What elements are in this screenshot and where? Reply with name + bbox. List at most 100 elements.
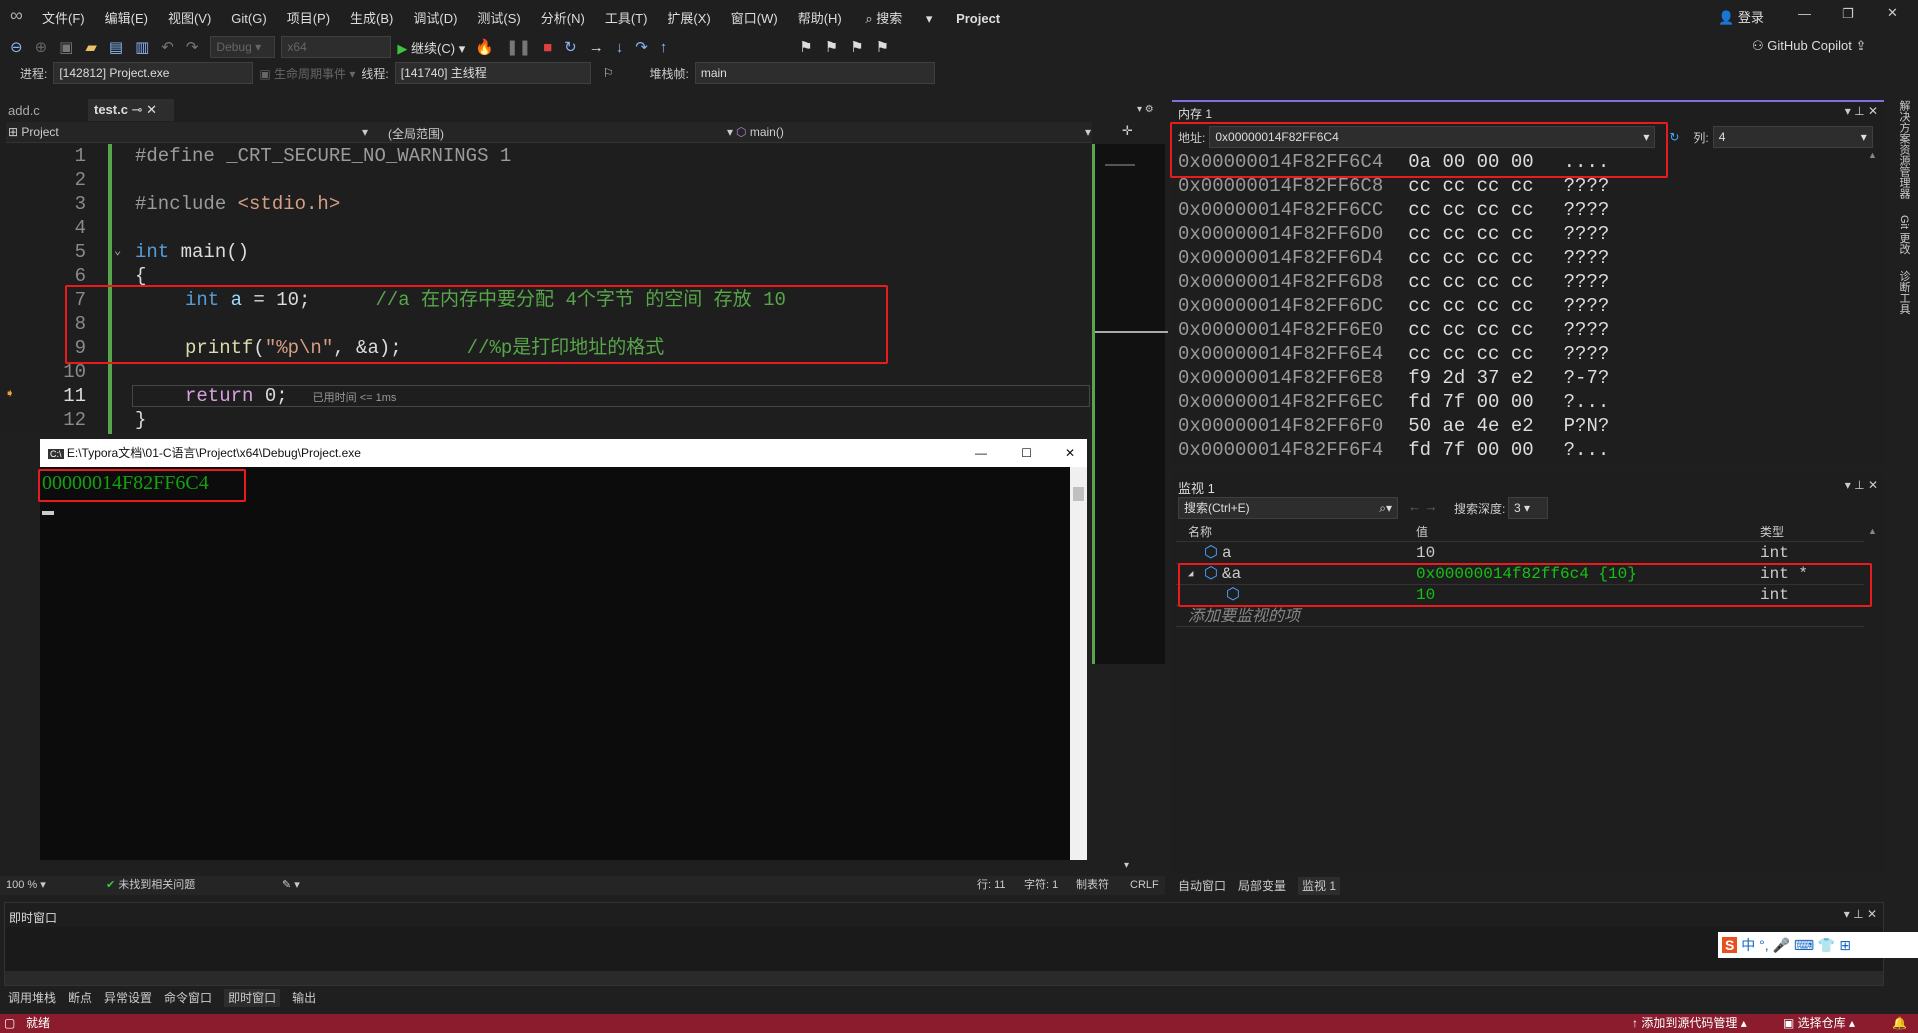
panel-controls[interactable]: ▾ ⊥ ✕	[1844, 907, 1877, 921]
memory-row[interactable]: 0x00000014F82FF6F0 50 ae 4e e2 P?N?	[1178, 414, 1639, 438]
project-dropdown[interactable]: ⊞ Project ▾	[8, 125, 368, 139]
thread-dropdown[interactable]: [141740] 主线程	[394, 62, 591, 84]
watch-search-input[interactable]: 搜索(Ctrl+E) ⌕▾	[1178, 497, 1398, 519]
console-scrollbar[interactable]	[1070, 467, 1087, 860]
maximize-button[interactable]: ❐	[1842, 6, 1854, 22]
back-icon[interactable]: ⊖	[10, 38, 23, 56]
tab-overflow-icon[interactable]: ▾ ⚙	[1137, 104, 1154, 115]
bookmark-clear-icon[interactable]: ⚑	[876, 38, 889, 56]
pause-icon[interactable]: ❚❚	[506, 38, 531, 56]
ime-toolbar[interactable]: S 中 °, 🎤 ⌨ 👕 ⊞	[1718, 932, 1918, 958]
diagnostic-tools-tab[interactable]: 诊断工具	[1898, 270, 1910, 314]
tab-locals[interactable]: 局部变量	[1238, 879, 1286, 893]
hot-reload-icon[interactable]: 🔥	[475, 38, 494, 56]
eol-indicator[interactable]: CRLF	[1130, 876, 1159, 895]
console-window[interactable]: C:\ E:\Typora文档\01-C语言\Project\x64\Debug…	[38, 439, 1087, 860]
reevaluate-icon[interactable]: ↻	[1669, 130, 1679, 144]
tab-immediate-window[interactable]: 即时窗口	[224, 989, 281, 1007]
lifecycle-button[interactable]: ▣ 生命周期事件 ▾	[259, 65, 355, 82]
add-to-source-control-button[interactable]: ↑ 添加到源代码管理 ▴	[1632, 1014, 1747, 1033]
bookmark-prev-icon[interactable]: ⚑	[825, 38, 838, 56]
console-maximize-button[interactable]: ☐	[1021, 439, 1032, 467]
zoom-dropdown[interactable]: 100 % ▾	[6, 876, 46, 895]
memory-row[interactable]: 0x00000014F82FF6CC cc cc cc cc????	[1178, 198, 1639, 222]
git-changes-tab[interactable]: Git 更改	[1898, 215, 1910, 254]
restart-icon[interactable]: ↻	[564, 38, 577, 56]
step-into-icon[interactable]: ↓	[616, 39, 624, 56]
memory-row[interactable]: 0x00000014F82FF6D0 cc cc cc cc????	[1178, 222, 1639, 246]
memory-row[interactable]: 0x00000014F82FF6F4 fd 7f 00 00?...	[1178, 438, 1639, 462]
code-editor[interactable]: 1 2 3 4 5 6 7 8 9 10 11 12 ➧ ⌄ #define _…	[0, 144, 1092, 434]
undo-icon[interactable]: ↶	[161, 38, 174, 56]
tab-add-c[interactable]: add.c	[8, 101, 88, 121]
process-dropdown[interactable]: [142812] Project.exe	[53, 62, 254, 84]
menu-tools[interactable]: 工具(T)	[605, 11, 648, 26]
copilot-button[interactable]: ⚇ GitHub Copilot ⇪	[1752, 38, 1866, 54]
memory-row[interactable]: 0x00000014F82FF6E0 cc cc cc cc????	[1178, 318, 1639, 342]
save-icon[interactable]: ▤	[109, 38, 123, 56]
show-next-statement-icon[interactable]: →	[589, 39, 604, 56]
tab-close-icon[interactable]: ✕	[146, 102, 157, 117]
config-dropdown[interactable]: Debug ▾	[210, 36, 276, 58]
watch-row[interactable]: ⬡ a 10 int	[1176, 543, 1864, 564]
current-statement-arrow-icon[interactable]: ➧	[5, 384, 15, 404]
menu-debug[interactable]: 调试(D)	[413, 11, 457, 26]
memory-row[interactable]: 0x00000014F82FF6C8 cc cc cc cc????	[1178, 174, 1639, 198]
continue-button[interactable]: ▶ 继续(C) ▾	[397, 38, 465, 57]
notifications-icon[interactable]: 🔔	[1892, 1014, 1907, 1033]
memory-row[interactable]: 0x00000014F82FF6D8 cc cc cc cc????	[1178, 270, 1639, 294]
open-icon[interactable]: ▰	[85, 38, 97, 56]
add-watch-row[interactable]: 添加要监视的项	[1176, 606, 1864, 627]
menu-test[interactable]: 测试(S)	[477, 11, 520, 26]
menu-view[interactable]: 视图(V)	[168, 11, 211, 26]
column-header-name[interactable]: 名称	[1188, 522, 1212, 542]
flag-icon[interactable]: ⚐	[603, 66, 614, 80]
tab-call-stack[interactable]: 调用堆栈	[8, 991, 56, 1005]
line-indicator[interactable]: 行: 11	[977, 876, 1006, 895]
select-repo-button[interactable]: ▣ 选择仓库 ▴	[1783, 1014, 1855, 1033]
function-dropdown[interactable]: ⬡ main() ▾	[736, 125, 1091, 139]
column-header-value[interactable]: 值	[1416, 522, 1428, 542]
tab-watch-1[interactable]: 监视 1	[1298, 877, 1341, 895]
char-indicator[interactable]: 字符: 1	[1024, 876, 1058, 895]
tab-breakpoints[interactable]: 断点	[68, 991, 92, 1005]
forward-icon[interactable]: ⊕	[35, 38, 48, 56]
split-icon[interactable]: ✛	[1122, 123, 1133, 139]
memory-row[interactable]: 0x00000014F82FF6DC cc cc cc cc????	[1178, 294, 1639, 318]
tab-exception-settings[interactable]: 异常设置	[104, 991, 152, 1005]
menu-project[interactable]: 项目(P)	[287, 11, 330, 26]
platform-dropdown[interactable]: x64	[281, 36, 392, 58]
issues-indicator[interactable]: ✔ 未找到相关问题	[106, 876, 195, 895]
minimap[interactable]	[1092, 144, 1168, 664]
memory-row[interactable]: 0x00000014F82FF6D4 cc cc cc cc????	[1178, 246, 1639, 270]
cleanup-icon[interactable]: ✎ ▾	[282, 876, 300, 895]
bookmark-next-icon[interactable]: ⚑	[850, 38, 863, 56]
menu-build[interactable]: 生成(B)	[350, 11, 393, 26]
memory-row[interactable]: 0x00000014F82FF6EC fd 7f 00 00?...	[1178, 390, 1639, 414]
step-over-icon[interactable]: ↷	[635, 38, 648, 56]
memory-scrollbar[interactable]: ▲	[1868, 150, 1880, 466]
depth-dropdown[interactable]: 3 ▾	[1508, 497, 1548, 519]
menu-git[interactable]: Git(G)	[231, 11, 266, 26]
memory-row[interactable]: 0x00000014F82FF6E4 cc cc cc cc????	[1178, 342, 1639, 366]
horizontal-scrollbar[interactable]	[5, 971, 1883, 985]
redo-icon[interactable]: ↷	[186, 38, 199, 56]
menu-extensions[interactable]: 扩展(X)	[667, 11, 710, 26]
immediate-window[interactable]: 即时窗口 ▾ ⊥ ✕	[4, 902, 1884, 986]
close-button[interactable]: ✕	[1887, 5, 1898, 21]
column-header-type[interactable]: 类型	[1760, 522, 1784, 542]
search-button[interactable]: ⌕ 搜索 ▾	[865, 11, 932, 26]
menu-file[interactable]: 文件(F)	[42, 11, 85, 26]
search-nav-icons[interactable]: ← →	[1408, 499, 1438, 514]
collapse-icon[interactable]: ⌄	[114, 243, 121, 258]
perf-tip[interactable]: 已用时间 <= 1ms	[313, 392, 397, 404]
columns-dropdown[interactable]: 4 ▾	[1712, 126, 1873, 148]
tab-test-c[interactable]: test.c ⊸ ✕	[88, 99, 174, 121]
bookmark-icon[interactable]: ⚑	[799, 38, 812, 56]
menu-window[interactable]: 窗口(W)	[731, 11, 778, 26]
tab-output[interactable]: 输出	[292, 991, 316, 1005]
login-button[interactable]: 👤 登录	[1718, 7, 1764, 26]
memory-row[interactable]: 0x00000014F82FF6E8 f9 2d 37 e2 ?-7?	[1178, 366, 1639, 390]
minimize-button[interactable]: —	[1798, 6, 1811, 21]
memory-row[interactable]: 0x00000014F82FF6C4 0a 00 00 00....	[1178, 150, 1639, 174]
